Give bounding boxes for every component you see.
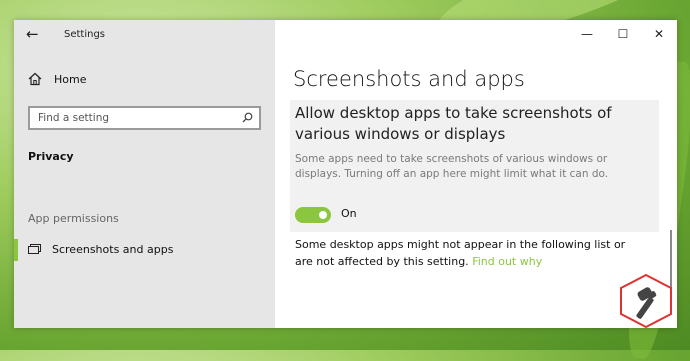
home-nav-item[interactable]: Home bbox=[28, 72, 86, 86]
search-input[interactable]: Find a setting bbox=[28, 106, 261, 130]
back-arrow-icon[interactable]: ← bbox=[26, 25, 39, 43]
setting-description: Some apps need to take screenshots of va… bbox=[295, 153, 609, 180]
app-title: Settings bbox=[64, 29, 106, 40]
page-title: Screenshots and apps bbox=[293, 67, 525, 91]
find-out-why-link[interactable]: Find out why bbox=[472, 255, 542, 268]
screenshot-monitor-icon bbox=[28, 244, 41, 254]
windows-logo-icon bbox=[620, 274, 672, 328]
search-icon[interactable] bbox=[242, 112, 253, 123]
home-icon bbox=[28, 72, 42, 86]
section-title: Privacy bbox=[28, 150, 74, 163]
info-note: Some desktop apps might not appear in th… bbox=[295, 236, 645, 270]
home-label: Home bbox=[54, 72, 87, 86]
search-placeholder: Find a setting bbox=[38, 112, 110, 124]
settings-window: ← Settings Home Find a setting Privacy A… bbox=[14, 20, 677, 328]
screenshots-toggle-switch[interactable] bbox=[295, 207, 331, 223]
setting-heading: Allow desktop apps to take screenshots o… bbox=[295, 104, 612, 143]
selected-indicator bbox=[14, 239, 18, 261]
title-bar: ← Settings bbox=[14, 20, 275, 48]
toggle-knob bbox=[319, 211, 327, 219]
toggle-state-label: On bbox=[341, 207, 357, 220]
sidebar: ← Settings Home Find a setting Privacy A… bbox=[14, 20, 275, 328]
main-content: Screenshots and apps Allow desktop apps … bbox=[275, 20, 677, 328]
sidebar-item-screenshots-and-apps[interactable]: Screenshots and apps bbox=[14, 239, 275, 261]
sidebar-item-label: Screenshots and apps bbox=[52, 243, 174, 256]
group-label: App permissions bbox=[28, 212, 119, 225]
highlighted-setting-panel: Allow desktop apps to take screenshots o… bbox=[290, 100, 659, 232]
note-text: Some desktop apps might not appear in th… bbox=[295, 238, 626, 268]
